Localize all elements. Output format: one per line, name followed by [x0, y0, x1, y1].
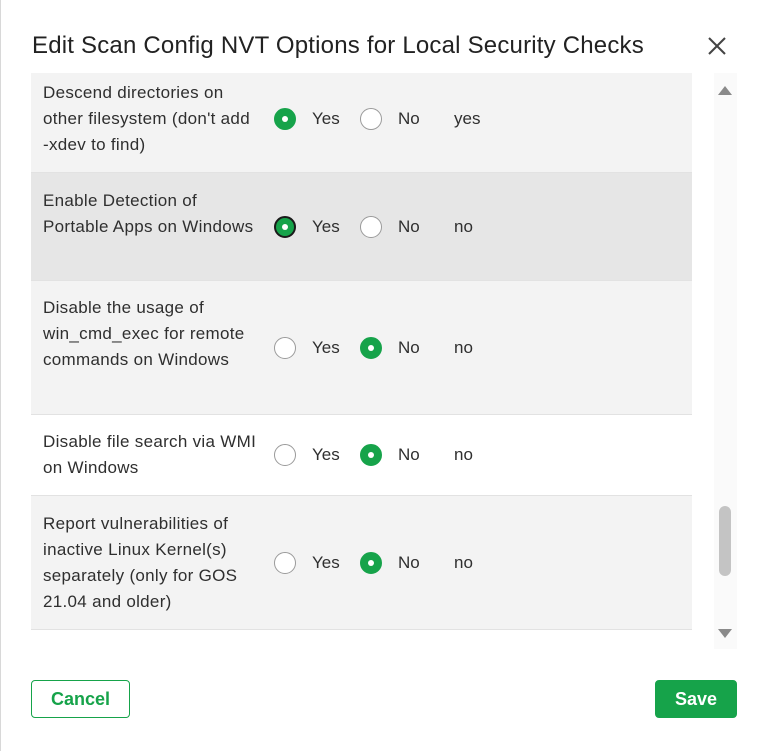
scroll-down-arrow-icon[interactable]: [718, 629, 732, 638]
default-value: no: [454, 338, 473, 357]
no-radio[interactable]: [360, 216, 382, 238]
yes-radio[interactable]: [274, 108, 296, 130]
yes-label: Yes: [312, 553, 340, 572]
default-value: no: [454, 445, 473, 464]
option-row: Disable file search via WMI on Windows Y…: [31, 415, 692, 496]
yes-radio[interactable]: [274, 337, 296, 359]
yes-radio[interactable]: [274, 216, 296, 238]
option-row: Report vulnerabilities of inactive Linux…: [31, 496, 692, 630]
edit-nvt-options-dialog: Edit Scan Config NVT Options for Local S…: [0, 0, 762, 751]
option-row: Disable the usage of win_cmd_exec for re…: [31, 281, 692, 415]
save-button[interactable]: Save: [655, 680, 737, 718]
options-list: Descend directories on other filesystem …: [31, 73, 692, 645]
option-row: Descend directories on other filesystem …: [31, 73, 692, 173]
yes-radio[interactable]: [274, 552, 296, 574]
no-label: No: [398, 445, 420, 464]
yes-label: Yes: [312, 338, 340, 357]
no-radio[interactable]: [360, 108, 382, 130]
close-icon[interactable]: [705, 34, 729, 58]
no-radio[interactable]: [360, 337, 382, 359]
vertical-scrollbar[interactable]: [714, 73, 737, 649]
dialog-title: Edit Scan Config NVT Options for Local S…: [32, 32, 644, 59]
option-label: Descend directories on other filesystem …: [43, 83, 250, 154]
option-label: Report vulnerabilities of inactive Linux…: [43, 514, 238, 611]
yes-radio[interactable]: [274, 444, 296, 466]
yes-label: Yes: [312, 217, 340, 236]
scrollbar-thumb[interactable]: [719, 506, 731, 576]
option-row: Enable Detection of Portable Apps on Win…: [31, 173, 692, 281]
default-value: no: [454, 553, 473, 572]
option-label: Enable Detection of Portable Apps on Win…: [43, 191, 254, 236]
no-label: No: [398, 217, 420, 236]
option-label: Disable the usage of win_cmd_exec for re…: [43, 298, 245, 369]
no-radio[interactable]: [360, 552, 382, 574]
default-value: no: [454, 217, 473, 236]
option-label: Disable file search via WMI on Windows: [43, 432, 257, 477]
no-label: No: [398, 338, 420, 357]
no-label: No: [398, 109, 420, 128]
no-label: No: [398, 553, 420, 572]
yes-label: Yes: [312, 445, 340, 464]
cancel-button[interactable]: Cancel: [31, 680, 130, 718]
no-radio[interactable]: [360, 444, 382, 466]
scroll-up-arrow-icon[interactable]: [718, 86, 732, 95]
yes-label: Yes: [312, 109, 340, 128]
default-value: yes: [454, 109, 481, 128]
